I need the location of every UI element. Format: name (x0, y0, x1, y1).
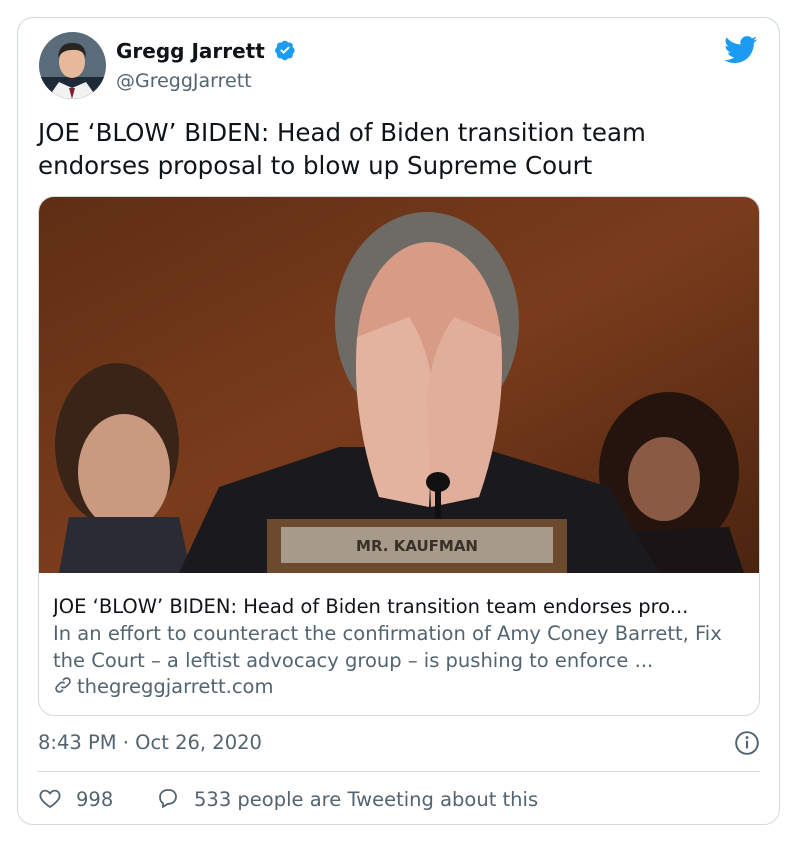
tweeting-about-text: 533 people are Tweeting about this (194, 788, 539, 811)
link-card-title[interactable]: JOE ‘BLOW’ BIDEN: Head of Biden transiti… (53, 594, 753, 620)
tweet-card[interactable]: Gregg Jarrett @GreggJarrett JOE ‘BLOW’ B… (17, 17, 780, 825)
author-handle[interactable]: @GreggJarrett (116, 69, 252, 93)
tweet-text: JOE ‘BLOW’ BIDEN: Head of Biden transiti… (38, 118, 646, 180)
speech-bubble-icon (159, 789, 177, 809)
author-name[interactable]: Gregg Jarrett (116, 38, 265, 64)
like-count: 998 (76, 788, 114, 811)
heart-icon (39, 789, 61, 809)
link-domain-text[interactable]: thegreggjarrett.com (77, 675, 274, 698)
avatar[interactable] (39, 32, 106, 99)
link-preview-card[interactable]: MR. KAUFMAN JOE ‘BLOW’ BIDEN: Head of Bi… (38, 196, 760, 716)
twitter-bird-icon[interactable] (724, 36, 758, 64)
nameplate-text: MR. KAUFMAN (356, 537, 478, 555)
info-icon[interactable] (734, 730, 760, 756)
link-card-domain[interactable]: thegreggjarrett.com (53, 674, 274, 700)
tweet-timestamp[interactable]: 8:43 PM · Oct 26, 2020 (38, 730, 262, 756)
link-icon (55, 677, 71, 693)
like-button[interactable]: 998 (38, 786, 113, 813)
tweeting-about-link[interactable]: 533 people are Tweeting about this (156, 786, 538, 813)
article-image[interactable]: MR. KAUFMAN (39, 197, 759, 573)
link-card-description: In an effort to counteract the confirmat… (53, 622, 722, 672)
verified-badge-icon (275, 40, 295, 61)
divider (38, 771, 760, 772)
